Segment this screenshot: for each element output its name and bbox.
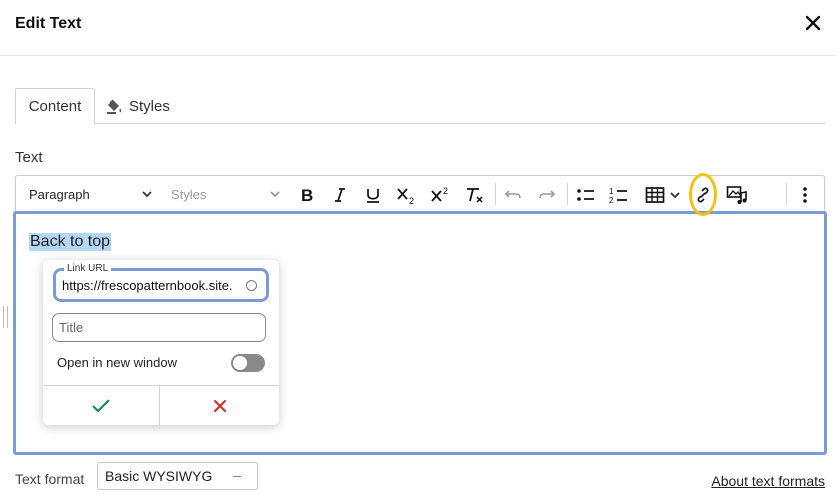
tab-styles[interactable]: Styles bbox=[105, 88, 170, 124]
svg-text:1: 1 bbox=[609, 187, 614, 196]
insert-media-button[interactable] bbox=[723, 182, 751, 208]
svg-text:2: 2 bbox=[443, 186, 448, 196]
toolbar-separator bbox=[786, 183, 787, 205]
underline-icon bbox=[367, 189, 379, 203]
text-field-label: Text bbox=[15, 149, 43, 166]
redo-button[interactable] bbox=[533, 182, 561, 208]
paragraph-select-label: Paragraph bbox=[29, 187, 90, 202]
bold-icon: B bbox=[301, 186, 313, 204]
link-button[interactable] bbox=[689, 182, 717, 208]
dropdown-dash-icon bbox=[233, 476, 241, 477]
link-url-field[interactable]: Link URL https://frescopatternbook.site. bbox=[53, 263, 269, 302]
open-new-window-toggle[interactable] bbox=[231, 354, 265, 372]
save-link-button[interactable] bbox=[43, 386, 160, 426]
svg-text:2: 2 bbox=[409, 196, 414, 205]
editor-toolbar: Paragraph Styles B 2 2 12 bbox=[15, 175, 825, 212]
chevron-down-icon bbox=[670, 192, 680, 199]
bulleted-list-button[interactable] bbox=[572, 182, 600, 208]
tab-styles-label: Styles bbox=[129, 97, 170, 115]
underline-button[interactable] bbox=[359, 182, 387, 208]
numbered-list-icon: 12 bbox=[609, 187, 627, 205]
selected-text[interactable]: Back to top bbox=[29, 233, 112, 251]
numbered-list-button[interactable]: 12 bbox=[605, 182, 633, 208]
checkmark-icon bbox=[92, 399, 110, 413]
italic-icon bbox=[335, 188, 345, 202]
styles-select[interactable]: Styles bbox=[171, 176, 281, 213]
chevron-down-icon bbox=[142, 191, 152, 198]
svg-text:2: 2 bbox=[609, 196, 614, 205]
about-text-formats-link[interactable]: About text formats bbox=[711, 473, 825, 489]
tab-content-label: Content bbox=[28, 98, 82, 115]
media-icon bbox=[726, 186, 747, 204]
text-format-label: Text format bbox=[15, 471, 85, 487]
close-icon bbox=[213, 400, 226, 412]
cancel-link-button[interactable] bbox=[160, 386, 279, 426]
subscript-button[interactable]: 2 bbox=[393, 182, 421, 208]
link-popup-actions bbox=[43, 385, 279, 426]
more-options-button[interactable] bbox=[791, 182, 819, 208]
close-icon bbox=[805, 15, 821, 31]
link-popup: Link URL https://frescopatternbook.site.… bbox=[43, 260, 279, 426]
dialog-title: Edit Text bbox=[15, 15, 82, 32]
undo-button[interactable] bbox=[499, 182, 527, 208]
subscript-icon: 2 bbox=[397, 188, 414, 205]
link-title-input[interactable] bbox=[52, 313, 266, 342]
styles-select-label: Styles bbox=[171, 187, 207, 202]
insert-table-button[interactable] bbox=[641, 182, 685, 208]
bulleted-list-icon bbox=[577, 189, 594, 201]
toolbar-separator bbox=[495, 183, 496, 205]
paint-bucket-icon bbox=[107, 99, 122, 114]
redo-icon bbox=[539, 190, 556, 199]
resize-handle[interactable] bbox=[3, 306, 8, 328]
loading-circle-icon bbox=[246, 280, 257, 291]
superscript-icon: 2 bbox=[431, 186, 448, 202]
chevron-down-icon bbox=[270, 191, 280, 198]
close-button[interactable] bbox=[802, 12, 824, 34]
toolbar-separator bbox=[567, 183, 568, 205]
bold-button[interactable]: B bbox=[293, 182, 321, 208]
tab-content[interactable]: Content bbox=[15, 88, 95, 125]
text-format-select[interactable]: Basic WYSIWYG bbox=[97, 462, 258, 490]
undo-icon bbox=[504, 190, 521, 199]
remove-format-icon bbox=[467, 188, 483, 203]
dialog-header: Edit Text bbox=[0, 0, 836, 56]
toggle-knob bbox=[233, 356, 247, 370]
open-new-window-label: Open in new window bbox=[57, 355, 177, 370]
svg-text:B: B bbox=[301, 186, 313, 204]
tab-bar: Content Styles bbox=[15, 88, 825, 125]
superscript-button[interactable]: 2 bbox=[427, 182, 455, 208]
link-url-label: Link URL bbox=[64, 263, 112, 274]
italic-button[interactable] bbox=[326, 182, 354, 208]
remove-format-button[interactable] bbox=[461, 182, 489, 208]
paragraph-select[interactable]: Paragraph bbox=[29, 176, 154, 213]
table-icon bbox=[645, 187, 665, 203]
link-url-input[interactable]: https://frescopatternbook.site. bbox=[62, 278, 234, 293]
text-format-value: Basic WYSIWYG bbox=[105, 468, 213, 484]
more-vertical-icon bbox=[803, 187, 807, 203]
link-icon bbox=[697, 187, 709, 203]
